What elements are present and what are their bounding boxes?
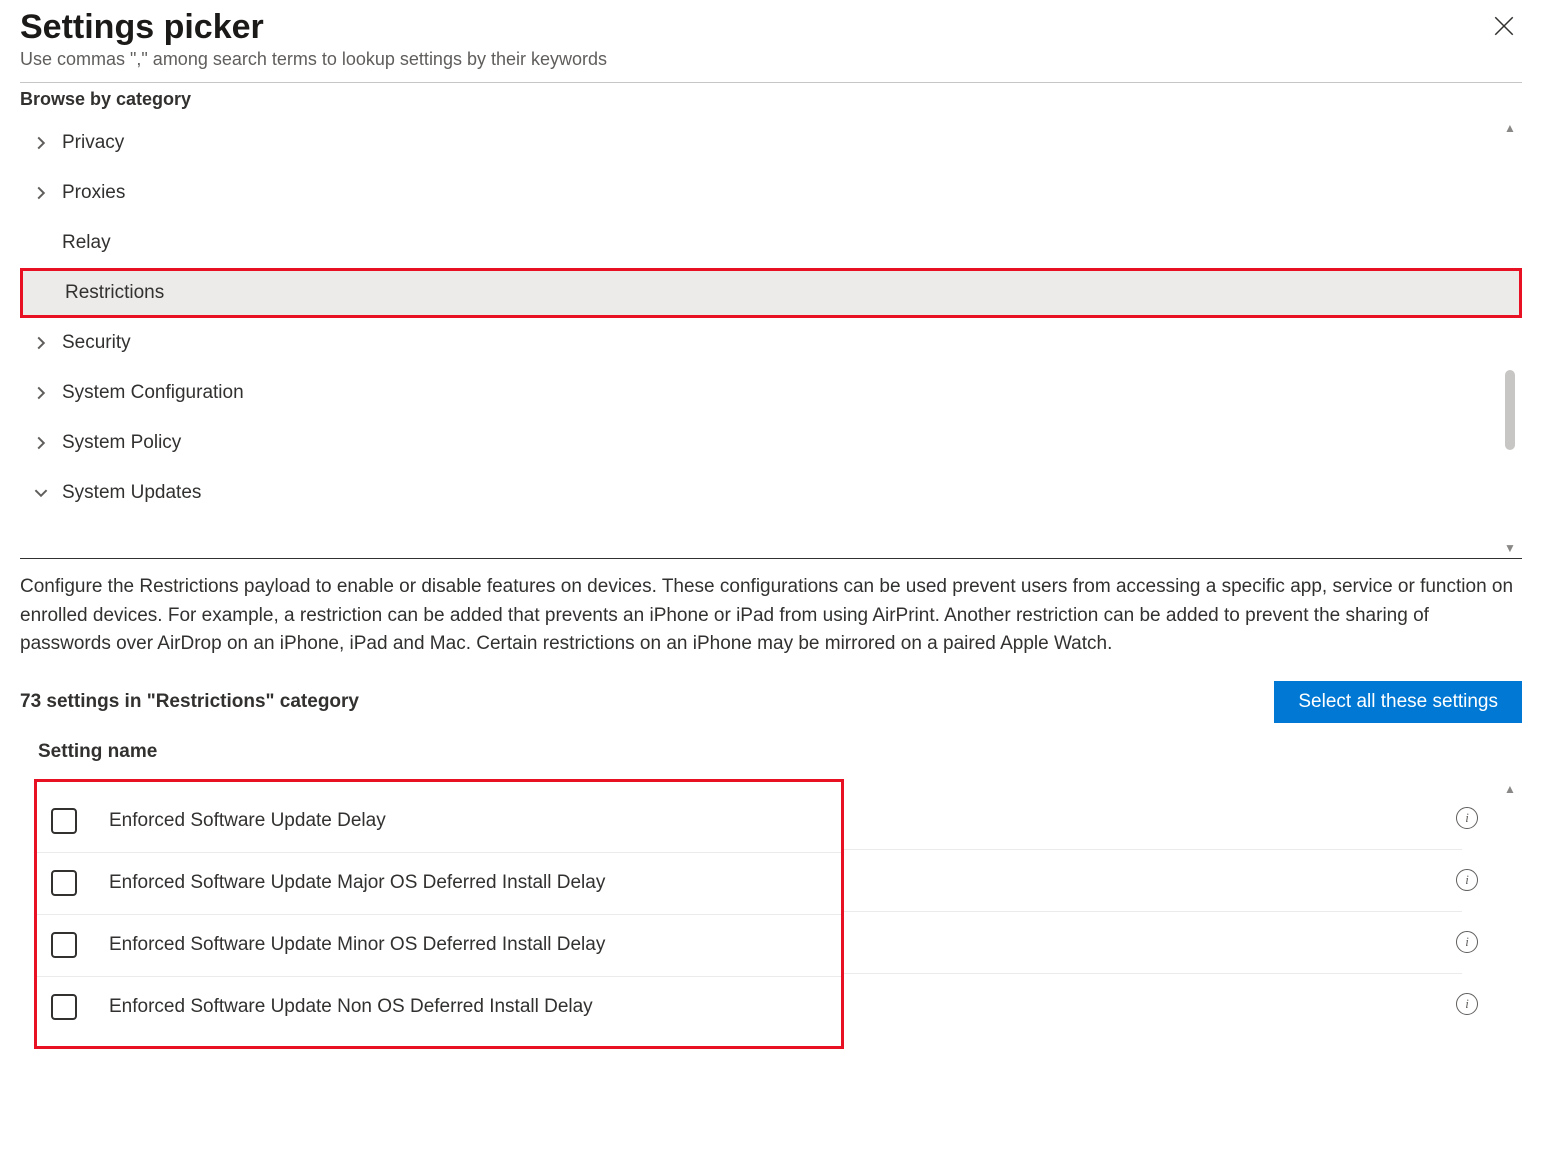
settings-list-pane: Enforced Software Update Delay Enforced …	[20, 779, 1522, 1049]
chevron-right-icon	[30, 386, 52, 400]
results-bar: 73 settings in "Restrictions" category S…	[20, 681, 1522, 723]
scrollbar-thumb[interactable]	[1505, 370, 1515, 450]
select-all-button[interactable]: Select all these settings	[1274, 681, 1522, 723]
category-item-restrictions[interactable]: Restrictions	[20, 268, 1522, 318]
row-divider	[844, 849, 1462, 850]
divider	[20, 82, 1522, 83]
category-label: Restrictions	[65, 282, 164, 304]
category-item-system-configuration[interactable]: System Configuration	[20, 368, 1522, 418]
setting-name-column-header[interactable]: Setting name	[20, 741, 1522, 763]
setting-label: Enforced Software Update Delay	[109, 810, 386, 832]
row-divider	[844, 973, 1462, 974]
setting-label: Enforced Software Update Minor OS Deferr…	[109, 934, 605, 956]
scroll-up-arrow-icon[interactable]: ▲	[1504, 118, 1516, 138]
row-divider	[844, 911, 1462, 912]
setting-row[interactable]: Enforced Software Update Major OS Deferr…	[37, 852, 841, 914]
setting-row[interactable]: Enforced Software Update Delay	[37, 790, 841, 852]
chevron-right-icon	[30, 336, 52, 350]
panel-header: Settings picker Use commas "," among sea…	[20, 0, 1522, 70]
category-list: Privacy Proxies Relay Restrictions	[20, 118, 1522, 518]
info-icon[interactable]: i	[1456, 993, 1478, 1015]
close-icon	[1494, 16, 1514, 36]
category-label: System Configuration	[62, 382, 244, 404]
category-item-security[interactable]: Security	[20, 318, 1522, 368]
setting-row[interactable]: Enforced Software Update Non OS Deferred…	[37, 976, 841, 1038]
category-label: System Policy	[62, 432, 181, 454]
scrollbar-track[interactable]	[1500, 138, 1520, 538]
setting-checkbox[interactable]	[51, 808, 77, 834]
setting-checkbox[interactable]	[51, 870, 77, 896]
setting-label: Enforced Software Update Major OS Deferr…	[109, 872, 605, 894]
category-label: Relay	[62, 232, 111, 254]
category-item-proxies[interactable]: Proxies	[20, 168, 1522, 218]
category-item-system-policy[interactable]: System Policy	[20, 418, 1522, 468]
info-icon[interactable]: i	[1456, 931, 1478, 953]
setting-checkbox[interactable]	[51, 932, 77, 958]
info-icon[interactable]: i	[1456, 869, 1478, 891]
panel-title: Settings picker	[20, 8, 1522, 47]
settings-list: Enforced Software Update Delay Enforced …	[34, 779, 844, 1049]
settings-scrollbar[interactable]: ▲	[1500, 779, 1520, 799]
setting-label: Enforced Software Update Non OS Deferred…	[109, 996, 593, 1018]
category-label: Security	[62, 332, 131, 354]
close-button[interactable]	[1490, 12, 1518, 40]
setting-checkbox[interactable]	[51, 994, 77, 1020]
browse-by-category-label: Browse by category	[20, 89, 1522, 110]
chevron-right-icon	[30, 436, 52, 450]
chevron-right-icon	[30, 186, 52, 200]
category-description: Configure the Restrictions payload to en…	[20, 573, 1522, 659]
panel-subtitle: Use commas "," among search terms to loo…	[20, 49, 1522, 70]
category-label: System Updates	[62, 482, 201, 504]
category-list-pane: Privacy Proxies Relay Restrictions	[20, 118, 1522, 559]
settings-picker-panel: Settings picker Use commas "," among sea…	[0, 0, 1542, 1069]
chevron-down-icon	[30, 486, 52, 500]
scroll-up-arrow-icon[interactable]: ▲	[1500, 779, 1520, 799]
info-icon-column: i i i i	[1452, 787, 1482, 1035]
results-count: 73 settings in "Restrictions" category	[20, 691, 359, 713]
category-label: Proxies	[62, 182, 125, 204]
scroll-down-arrow-icon[interactable]: ▼	[1504, 538, 1516, 558]
category-label: Privacy	[62, 132, 124, 154]
category-scrollbar[interactable]: ▲ ▼	[1500, 118, 1520, 558]
category-item-system-updates[interactable]: System Updates	[20, 468, 1522, 518]
category-item-privacy[interactable]: Privacy	[20, 118, 1522, 168]
chevron-right-icon	[30, 136, 52, 150]
info-icon[interactable]: i	[1456, 807, 1478, 829]
setting-row[interactable]: Enforced Software Update Minor OS Deferr…	[37, 914, 841, 976]
category-item-relay[interactable]: Relay	[20, 218, 1522, 268]
